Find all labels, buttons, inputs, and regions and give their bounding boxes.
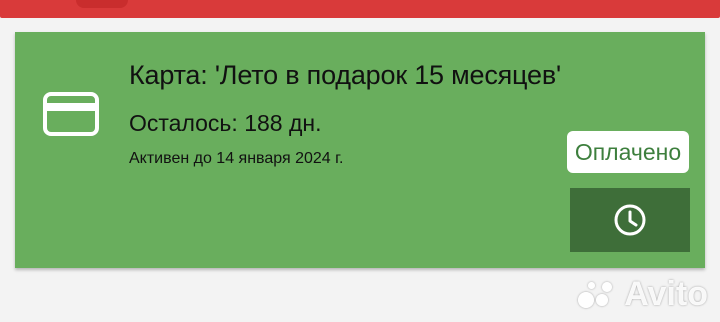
membership-card[interactable]: Карта: 'Лето в подарок 15 месяцев' Остал… [15, 32, 705, 268]
card-title: Карта: 'Лето в подарок 15 месяцев' [129, 60, 561, 90]
header-shape [76, 0, 128, 8]
history-button[interactable] [570, 188, 690, 252]
active-until: Активен до 14 января 2024 г. [129, 150, 344, 167]
avito-watermark-text: Avito [624, 275, 708, 313]
avito-watermark: Avito [578, 275, 708, 314]
paid-status-badge: Оплачено [567, 131, 689, 173]
credit-card-icon [43, 92, 99, 136]
avito-logo [578, 278, 616, 312]
remaining-days: Осталось: 188 дн. [129, 110, 322, 136]
top-header-bar [0, 0, 720, 18]
clock-icon [614, 204, 646, 236]
